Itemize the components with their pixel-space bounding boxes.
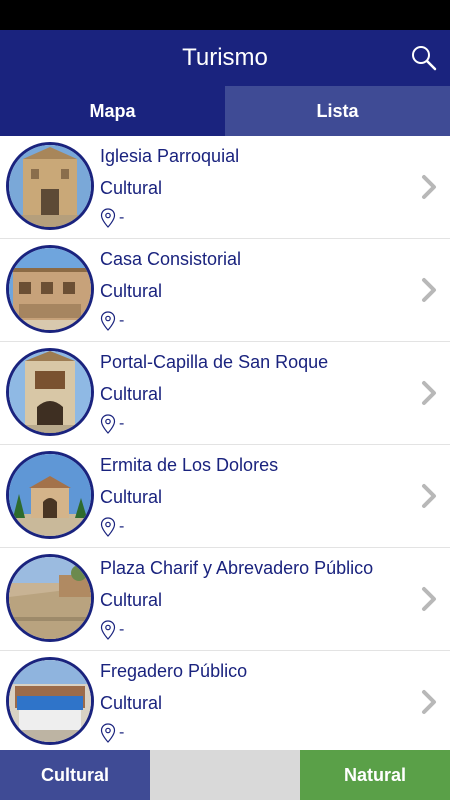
item-thumbnail (6, 142, 94, 230)
list-item[interactable]: Iglesia Parroquial Cultural - (0, 136, 450, 239)
list-item[interactable]: Ermita de Los Dolores Cultural - (0, 445, 450, 548)
category-filter-bar: Cultural Natural (0, 750, 450, 800)
location-pin-icon (100, 311, 116, 331)
filter-natural-button[interactable]: Natural (300, 750, 450, 800)
item-title: Portal-Capilla de San Roque (100, 352, 329, 372)
chevron-right-icon (422, 381, 436, 405)
location-pin-icon (100, 414, 116, 434)
filter-cultural-button[interactable]: Cultural (0, 750, 150, 800)
tab-lista[interactable]: Lista (225, 86, 450, 136)
item-category: Cultural (100, 590, 163, 610)
item-thumbnail (6, 348, 94, 436)
item-thumbnail (6, 245, 94, 333)
item-thumbnail (6, 554, 94, 642)
item-location: - (100, 208, 124, 228)
item-location: - (100, 311, 124, 331)
item-location: - (100, 620, 124, 640)
view-tabs: Mapa Lista (0, 86, 450, 136)
app-header: Turismo (0, 30, 450, 86)
item-location-text: - (119, 724, 125, 741)
item-location: - (100, 414, 124, 434)
location-pin-icon (100, 208, 116, 228)
item-category: Cultural (100, 281, 163, 301)
chevron-right-icon (422, 175, 436, 199)
item-location: - (100, 723, 124, 743)
list-item[interactable]: Casa Consistorial Cultural - (0, 239, 450, 342)
tab-mapa[interactable]: Mapa (0, 86, 225, 136)
item-category: Cultural (100, 487, 163, 507)
tourism-list: Iglesia Parroquial Cultural - Casa Consi… (0, 136, 450, 750)
item-location-text: - (119, 209, 125, 226)
item-location: - (100, 517, 124, 537)
item-thumbnail (6, 451, 94, 539)
location-pin-icon (100, 517, 116, 537)
status-bar (0, 0, 450, 30)
location-pin-icon (100, 723, 116, 743)
item-title: Iglesia Parroquial (100, 146, 240, 166)
list-item[interactable]: Plaza Charif y Abrevadero Público Cultur… (0, 548, 450, 651)
item-title: Plaza Charif y Abrevadero Público (100, 558, 374, 578)
item-title: Casa Consistorial (100, 249, 242, 269)
item-category: Cultural (100, 178, 163, 198)
item-category: Cultural (100, 693, 163, 713)
list-item[interactable]: Portal-Capilla de San Roque Cultural - (0, 342, 450, 445)
item-category: Cultural (100, 384, 163, 404)
item-location-text: - (119, 621, 125, 638)
list-item[interactable]: Fregadero Público Cultural - (0, 651, 450, 750)
filter-all-button[interactable] (150, 750, 300, 800)
location-pin-icon (100, 620, 116, 640)
item-title: Fregadero Público (100, 661, 248, 681)
chevron-right-icon (422, 690, 436, 714)
item-location-text: - (119, 518, 125, 535)
search-icon[interactable] (410, 44, 438, 72)
item-location-text: - (119, 415, 125, 432)
item-location-text: - (119, 312, 125, 329)
app-title: Turismo (182, 44, 268, 71)
item-thumbnail (6, 657, 94, 745)
chevron-right-icon (422, 484, 436, 508)
chevron-right-icon (422, 587, 436, 611)
chevron-right-icon (422, 278, 436, 302)
item-title: Ermita de Los Dolores (100, 455, 279, 475)
